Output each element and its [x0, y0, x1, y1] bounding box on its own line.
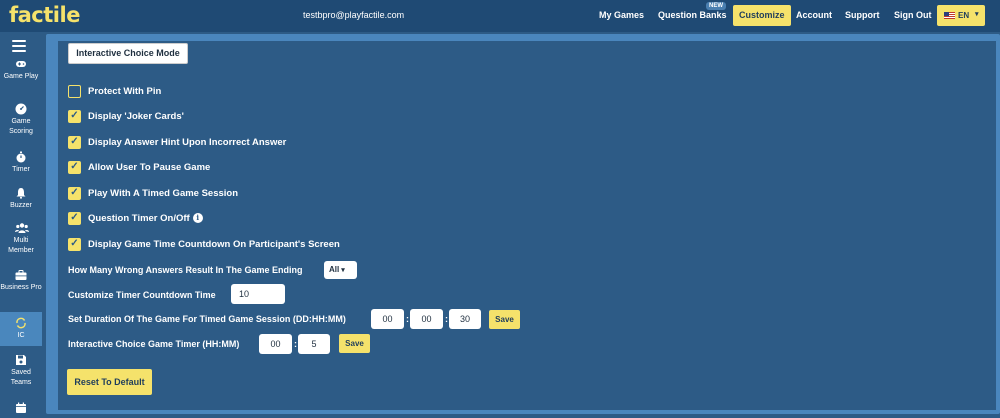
timer-countdown-label: Customize Timer Countdown Time: [68, 290, 216, 300]
us-flag-icon: [944, 12, 955, 19]
menu-icon[interactable]: [12, 40, 26, 52]
sidebar-item-label: Game Play: [3, 73, 39, 80]
new-badge: NEW: [706, 2, 726, 10]
factile-logo[interactable]: factile: [9, 3, 80, 27]
bell-icon: [15, 187, 27, 199]
separator: :: [294, 339, 297, 349]
sidebar-item-game-play[interactable]: Game Play: [0, 58, 42, 82]
separator: :: [445, 314, 448, 324]
gamepad-icon: [15, 58, 27, 70]
nav-account[interactable]: Account: [796, 10, 832, 20]
stopwatch-icon: [15, 151, 27, 163]
chevron-down-icon: ▾: [341, 267, 345, 274]
sidebar-item-label: Multi Member: [8, 237, 34, 254]
sidebar-item-label: Game Scoring: [9, 118, 33, 135]
gauge-icon: [15, 103, 27, 115]
ic-timer-minutes-input[interactable]: 5: [298, 334, 330, 354]
timer-countdown-input[interactable]: 10: [231, 284, 285, 304]
sidebar: Game Play Game Scoring Timer Buzzer Mult…: [0, 32, 42, 418]
option-label: Play With A Timed Game Session: [88, 188, 239, 199]
nav-my-games[interactable]: My Games: [599, 10, 644, 20]
duration-minutes-input[interactable]: 30: [449, 309, 481, 329]
sidebar-item-calendar[interactable]: [0, 402, 42, 416]
checkbox[interactable]: ✓: [68, 110, 81, 123]
ic-timer-hours-input[interactable]: 00: [259, 334, 292, 354]
interactive-choice-mode-button[interactable]: Interactive Choice Mode: [68, 43, 188, 64]
option-label: Allow User To Pause Game: [88, 162, 211, 173]
sidebar-item-ic[interactable]: IC: [0, 312, 42, 346]
calendar-icon: [15, 402, 27, 414]
wrong-answers-select[interactable]: All ▾: [324, 261, 357, 279]
sidebar-item-label: IC: [17, 332, 25, 339]
sidebar-item-multi-member[interactable]: Multi Member: [0, 222, 42, 256]
option-label: Display Game Time Countdown On Participa…: [88, 239, 340, 250]
option-label: Protect With Pin: [88, 86, 162, 97]
checkbox[interactable]: ✓: [68, 212, 81, 225]
duration-label: Set Duration Of The Game For Timed Game …: [68, 314, 346, 324]
option-label: Display Answer Hint Upon Incorrect Answe…: [88, 137, 287, 148]
chevron-down-icon: ▾: [975, 11, 979, 18]
checkbox[interactable]: ✓: [68, 161, 81, 174]
sidebar-item-saved-teams[interactable]: Saved Teams: [0, 354, 42, 388]
ic-timer-save-button[interactable]: Save: [339, 334, 370, 353]
checkbox[interactable]: ✓: [68, 238, 81, 251]
wrong-answers-label: How Many Wrong Answers Result In The Gam…: [68, 265, 303, 275]
sidebar-item-game-scoring[interactable]: Game Scoring: [0, 103, 42, 137]
nav-sign-out[interactable]: Sign Out: [894, 10, 932, 20]
option-label: Question Timer On/Off: [88, 213, 190, 224]
ic-timer-label: Interactive Choice Game Timer (HH:MM): [68, 339, 240, 349]
sidebar-item-label: Timer: [12, 166, 30, 173]
nav-customize[interactable]: Customize: [733, 5, 791, 26]
language-label: EN: [958, 11, 970, 20]
checkbox[interactable]: [68, 85, 81, 98]
top-bar: factile testbpro@playfactile.com My Game…: [0, 0, 1000, 32]
checkbox[interactable]: ✓: [68, 136, 81, 149]
duration-save-button[interactable]: Save: [489, 310, 520, 329]
sidebar-item-label: Business Pro: [0, 284, 42, 291]
checkbox[interactable]: ✓: [68, 187, 81, 200]
refresh-icon: [15, 317, 27, 329]
sidebar-item-timer[interactable]: Timer: [0, 151, 42, 175]
sidebar-item-buzzer[interactable]: Buzzer: [0, 187, 42, 211]
nav-question-banks[interactable]: Question Banks: [658, 10, 727, 20]
settings-panel: [58, 41, 996, 410]
nav-support[interactable]: Support: [845, 10, 880, 20]
sidebar-item-business-pro[interactable]: Business Pro: [0, 269, 42, 293]
select-value: All: [329, 265, 340, 274]
briefcase-icon: [15, 269, 27, 281]
sidebar-item-label: Saved Teams: [10, 369, 32, 386]
users-icon: [15, 222, 29, 234]
reset-to-default-button[interactable]: Reset To Default: [67, 369, 152, 395]
sidebar-item-label: Buzzer: [10, 202, 32, 209]
language-selector[interactable]: EN ▾: [937, 5, 985, 26]
duration-hours-input[interactable]: 00: [410, 309, 443, 329]
option-label: Display 'Joker Cards': [88, 111, 184, 122]
user-email: testbpro@playfactile.com: [303, 10, 405, 20]
save-icon: [15, 354, 27, 366]
duration-days-input[interactable]: 00: [371, 309, 404, 329]
info-icon[interactable]: i: [192, 213, 203, 224]
separator: :: [406, 314, 409, 324]
